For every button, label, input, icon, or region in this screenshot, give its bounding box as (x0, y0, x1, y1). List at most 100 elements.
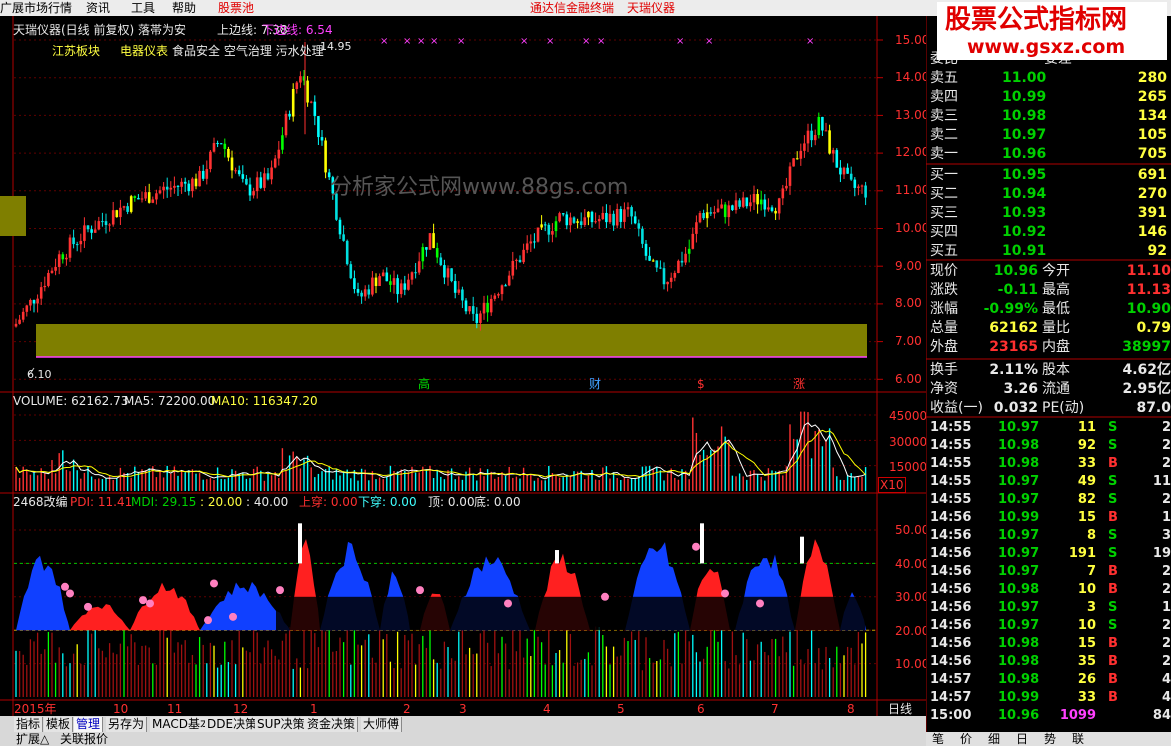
candle-body (864, 185, 867, 198)
candle-body (821, 116, 824, 131)
ask-volume: 134 (1137, 108, 1167, 124)
volume-tick: 15000 (889, 460, 926, 474)
trade-time: 14:57 (930, 672, 972, 687)
candle-body (234, 170, 237, 172)
trade-volume: 1099 (1059, 708, 1096, 723)
ask-label: 卖五 (930, 70, 958, 86)
tab-template[interactable]: 模板 (44, 717, 74, 732)
candle-body (342, 234, 345, 241)
signal-marker: × (520, 36, 528, 47)
candle-body (79, 240, 83, 245)
trade-row: 14:57 10.99 33 B 4 (926, 689, 1171, 707)
bid-row: 买一 10.95 691 (926, 166, 1171, 185)
trade-volume: 33 (1077, 690, 1096, 705)
tab-related-quotes[interactable]: 关联报价 (60, 733, 108, 746)
candle-body (43, 285, 47, 288)
menu-tools[interactable]: 工具 (131, 0, 155, 16)
candle-body (86, 225, 90, 230)
candle-body (277, 149, 281, 159)
candle-body (659, 267, 662, 269)
candle-body (687, 248, 691, 254)
trade-side: B (1108, 636, 1118, 651)
menu-stock-pool[interactable]: 股票池 (218, 0, 254, 16)
stat-value: 0.79 (1136, 320, 1171, 336)
signal-marker: × (403, 36, 411, 47)
trade-count: 84 (1152, 708, 1171, 723)
bid-label: 买一 (930, 167, 958, 183)
candle-body (497, 294, 500, 296)
candle-body (500, 285, 504, 295)
tab-indicator[interactable]: 指标 (14, 717, 44, 732)
tab-expand[interactable]: 扩展△ (16, 733, 49, 746)
indicator-line-20: : 20.00 (200, 495, 243, 509)
trade-price: 10.97 (998, 564, 1040, 579)
candle-body (597, 219, 601, 222)
candle-body (698, 213, 702, 223)
stat-label: PE(动) (1042, 400, 1085, 416)
chart-area[interactable]: × × × × × × × × × × × × 天瑞仪器(日线 前复权) 落帯为安 上边线: 7.38… (0, 16, 926, 716)
tab-master[interactable]: 大师傅 (361, 717, 403, 732)
tab-dde[interactable]: DDE决策 (205, 717, 261, 732)
candle-body (61, 254, 65, 260)
candle-body (716, 208, 720, 213)
trade-count: 4 (1161, 690, 1171, 705)
trade-row: 14:56 10.97 3 S 1 (926, 599, 1171, 617)
trade-row: 14:56 10.98 15 B 2 (926, 635, 1171, 653)
tab-manage[interactable]: 管理 (74, 717, 104, 732)
candle-body (353, 278, 356, 290)
candle-body (749, 202, 752, 207)
stat-label: 现价 (930, 263, 958, 279)
trade-volume: 15 (1077, 636, 1096, 651)
trade-price: 10.99 (998, 690, 1040, 705)
candle-body (468, 306, 471, 312)
candle-body (576, 221, 579, 223)
menu-help[interactable]: 帮助 (172, 0, 196, 16)
tab-fund[interactable]: 资金决策 (305, 717, 359, 732)
logo-url: www.gsxz.com (967, 36, 1126, 58)
candle-body (144, 192, 147, 199)
candle-body (752, 193, 756, 203)
trade-time: 14:56 (930, 528, 972, 543)
trade-time: 14:56 (930, 600, 972, 615)
trade-count: 11 (1152, 474, 1171, 489)
trade-time: 14:55 (930, 492, 972, 507)
tab-sup[interactable]: SUP决策 (255, 717, 308, 732)
trade-row: 14:55 10.98 33 B 2 (926, 455, 1171, 473)
tab-save-as[interactable]: 另存为 (106, 717, 148, 732)
candle-body (608, 213, 612, 223)
ask-price: 11.00 (1002, 70, 1047, 86)
menu-news[interactable]: 资讯 (86, 0, 110, 16)
candle-body (39, 287, 43, 299)
trade-row: 14:56 10.99 15 B 1 (926, 509, 1171, 527)
chart-canvas[interactable]: × × × × × × × × × × × × (0, 16, 926, 716)
stat-label: 股本 (1042, 362, 1070, 378)
candle-body (158, 190, 162, 194)
candle-body (529, 241, 533, 244)
candle-body (482, 302, 486, 314)
period-label[interactable]: 日线 (888, 702, 912, 716)
candle-body (565, 214, 569, 226)
x-axis-label: 11 (167, 702, 183, 716)
candle-body (47, 272, 50, 286)
signal-flower (276, 586, 284, 595)
volume-label: VOLUME: 62162.73 (13, 394, 129, 408)
candle-body (619, 209, 623, 222)
volume-tick: 45000 (889, 409, 926, 423)
trade-price: 10.98 (998, 654, 1040, 669)
stat-value: -0.11 (997, 282, 1038, 298)
candle-body (183, 181, 187, 184)
candle-body (227, 148, 230, 158)
candle-body (72, 237, 75, 245)
candle-body (637, 223, 641, 229)
candle-body (407, 279, 410, 290)
trade-time: 14:55 (930, 474, 972, 489)
candle-body (360, 292, 363, 297)
marker-rise: 涨 (793, 377, 806, 391)
menu-market[interactable]: 广展市场行情 (0, 0, 72, 16)
side-tab-5: 联 (1072, 732, 1085, 746)
candle-body (817, 116, 821, 136)
candle-body (464, 300, 468, 312)
trade-count: 2 (1161, 636, 1171, 651)
sector-label-b: 电器仪表 (120, 44, 169, 58)
indicator-name: 2468改编 (13, 495, 68, 509)
